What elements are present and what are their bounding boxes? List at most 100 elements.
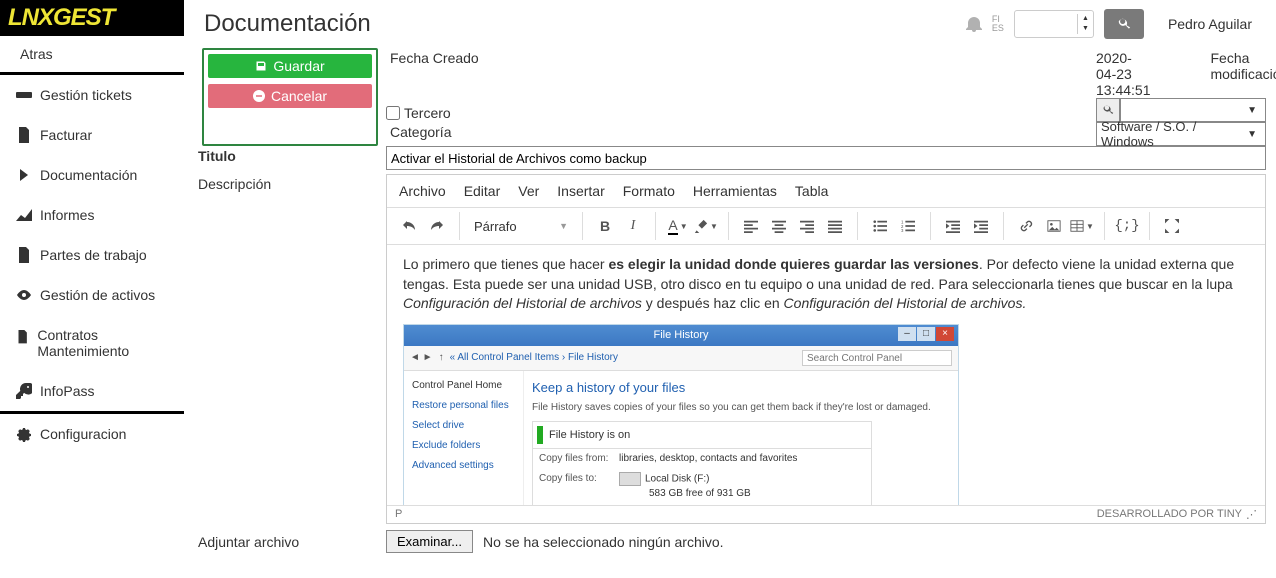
cancel-button[interactable]: Cancelar [208,84,372,108]
tercero-checkbox[interactable] [386,106,400,120]
bell-icon[interactable] [966,16,982,32]
editor-body[interactable]: Lo primero que tienes que hacer es elegi… [387,245,1265,505]
sidebar-item-label: Informes [40,207,94,223]
sidebar-item-tickets[interactable]: Gestión tickets [0,75,184,115]
sidebar-back-label: Atras [20,46,53,62]
cancel-label: Cancelar [271,88,327,104]
close-icon: × [936,327,954,341]
logo: LNXGEST [0,0,184,36]
redo-button[interactable] [423,212,451,240]
bold-button[interactable]: B [591,212,619,240]
title-input[interactable] [386,146,1266,170]
search-icon [1102,104,1114,116]
screenshot-image: File History –□× ◄ ►↑ « All Control Pane… [403,324,959,505]
outdent-button[interactable] [939,212,967,240]
chevron-down-icon: ▼ [1243,129,1261,140]
key-icon [16,383,32,399]
window-title: File History [653,329,708,341]
align-left-button[interactable] [737,212,765,240]
main: Documentación FIES ▲▼ Pedro Aguilar Fech… [184,0,1276,578]
sidebar-item-facturar[interactable]: Facturar [0,115,184,155]
tercero-field: Tercero [386,98,1088,122]
body-text: y después haz clic en [642,295,784,311]
cancel-icon [253,90,265,102]
sidebar-item-label: Facturar [40,127,92,143]
user-name[interactable]: Pedro Aguilar [1154,16,1266,32]
bullet-list-button[interactable] [866,212,894,240]
subheading: File History saves copies of your files … [532,401,950,415]
modified-label: Fecha modificación [1210,48,1276,98]
save-icon [255,60,267,72]
code-button[interactable]: {;} [1113,212,1141,240]
disk-icon [619,472,641,486]
fullscreen-button[interactable] [1158,212,1186,240]
body-text-em: Configuración del Historial de archivos. [784,295,1027,311]
tercero-label: Tercero [404,105,451,121]
sidebar-item-infopass[interactable]: InfoPass [0,371,184,411]
bg-color-button[interactable]: ▼ [692,212,720,240]
sidebar-item-documentacion[interactable]: Documentación [0,155,184,195]
sidebar-item-label: Gestión de activos [40,287,155,303]
save-button[interactable]: Guardar [208,54,372,78]
sidebar-item-activos[interactable]: Gestión de activos [0,275,184,315]
value: libraries, desktop, contacts and favorit… [619,452,797,466]
sidebar-item-label: Documentación [40,167,137,183]
sidebar-back[interactable]: Atras [0,36,184,72]
paragraph-label: Párrafo [474,219,517,234]
number-list-button[interactable]: 123 [894,212,922,240]
sidebar-item-partes[interactable]: Partes de trabajo [0,235,184,275]
svg-text:3: 3 [901,228,904,233]
file-icon [16,127,32,143]
lang-icon[interactable]: FIES [992,15,1004,33]
table-button[interactable]: ▼ [1068,212,1096,240]
resize-handle-icon[interactable]: ⋰ [1246,508,1257,521]
paragraph-select[interactable]: Párrafo ▼ [468,212,574,240]
menu-archivo[interactable]: Archivo [399,183,446,199]
menu-insertar[interactable]: Insertar [557,183,604,199]
editor-toolbar: Párrafo ▼ B I A▼ ▼ [387,208,1265,245]
gears-icon [16,426,32,442]
value: Local Disk (F:) [645,474,709,485]
indent-button[interactable] [967,212,995,240]
align-center-button[interactable] [765,212,793,240]
align-justify-button[interactable] [821,212,849,240]
created-label: Fecha Creado [386,48,1088,98]
sidebar-item-config[interactable]: Configuracion [0,414,184,454]
credit: DESARROLLADO POR TINY [1097,508,1242,521]
breadcrumb: File History [568,352,618,363]
body-text: Lo primero que tienes que hacer [403,256,608,272]
menu-editar[interactable]: Editar [464,183,501,199]
sidebar-item-label: InfoPass [40,383,94,399]
link-button[interactable] [1012,212,1040,240]
editor-menu: Archivo Editar Ver Insertar Formato Herr… [387,175,1265,208]
align-right-button[interactable] [793,212,821,240]
search-icon [1117,17,1131,31]
path-indicator: P [395,508,402,521]
search-button[interactable] [1104,9,1144,39]
undo-button[interactable] [395,212,423,240]
chevron-down-icon: ▼ [1086,222,1094,231]
chevron-down-icon: ▼ [559,221,568,231]
attach-label: Adjuntar archivo [194,524,378,553]
sidebar-item-informes[interactable]: Informes [0,195,184,235]
side-link: Advanced settings [412,459,515,473]
breadcrumb: All Control Panel Items [457,352,559,363]
editor-footer: P DESARROLLADO POR TINY ⋰ [387,505,1265,523]
created-value: 2020-04-23 13:44:51 [1096,48,1150,98]
menu-herramientas[interactable]: Herramientas [693,183,777,199]
menu-tabla[interactable]: Tabla [795,183,828,199]
label: Copy files from: [539,452,619,466]
maximize-icon: □ [917,327,935,341]
text-color-button[interactable]: A▼ [664,212,692,240]
italic-button[interactable]: I [619,212,647,240]
sidebar-item-contratos[interactable]: Contratos Mantenimiento [0,315,184,371]
menu-formato[interactable]: Formato [623,183,675,199]
browse-button[interactable]: Examinar... [386,530,473,553]
category-select[interactable]: Software / S.O. / Windows▼ [1096,122,1266,146]
heading: Keep a history of your files [532,379,950,397]
menu-ver[interactable]: Ver [518,183,539,199]
chevron-down-icon: ▼ [710,222,718,231]
image-button[interactable] [1040,212,1068,240]
minimize-icon: – [898,327,916,341]
top-spinner[interactable]: ▲▼ [1014,10,1094,38]
